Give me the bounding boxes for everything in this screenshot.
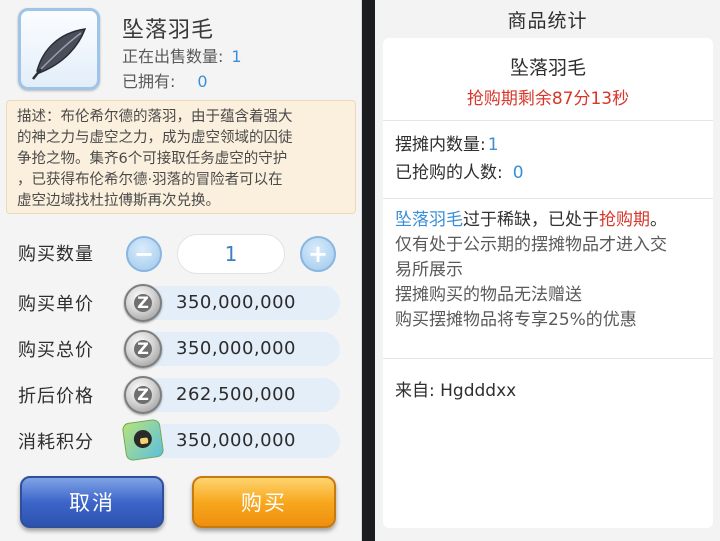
description-line: 虚空边域找杜拉傅斯再次兑换。 bbox=[17, 193, 220, 209]
quantity-decrease-button[interactable]: − bbox=[126, 236, 162, 272]
seller-name: Hgdddxx bbox=[440, 381, 517, 401]
feather-icon bbox=[32, 28, 87, 80]
item-stats-panel: 商品统计 坠落羽毛 抢购期剩余87分13秒 摆摊内数量: 1 已抢购的人数: 0 坠… bbox=[375, 0, 720, 541]
item-description: 描述：布伦希尔德的落羽，由于蕴含着强大 的神之力与虚空之力，成为虚空领域的囚徒 … bbox=[6, 100, 356, 214]
points-label: 消耗积分 bbox=[18, 432, 94, 453]
owned-value: 0 bbox=[197, 72, 208, 91]
notice-line: 易所展示 bbox=[395, 260, 463, 280]
quantity-input[interactable]: 1 bbox=[177, 234, 285, 274]
stats-title: 商品统计 bbox=[507, 10, 588, 32]
notice-headline: 坠落羽毛过于稀缺，已处于抢购期。 bbox=[395, 208, 711, 233]
unit-price-row: 购买单价 Z 350,000,000 bbox=[0, 282, 362, 322]
buyers-count: 已抢购的人数: 0 bbox=[395, 158, 524, 183]
points-value: 350,000,000 bbox=[176, 430, 297, 451]
quantity-label: 购买数量 bbox=[18, 244, 94, 265]
rush-period-notice: 坠落羽毛过于稀缺，已处于抢购期。 仅有处于公示期的摆摊物品才进入交 易所展示 摆… bbox=[395, 208, 711, 333]
stats-item-name: 坠落羽毛 bbox=[509, 57, 586, 79]
discount-price-row: 折后价格 Z 262,500,000 bbox=[0, 374, 362, 414]
total-price-value: 350,000,000 bbox=[176, 338, 297, 359]
plus-icon: + bbox=[307, 240, 329, 268]
item-thumbnail[interactable] bbox=[18, 8, 100, 90]
on-sale-label: 正在出售数量: bbox=[122, 47, 224, 66]
description-line: 描述：布伦希尔德的落羽，由于蕴含着强大 bbox=[17, 109, 293, 125]
stats-card: 坠落羽毛 抢购期剩余87分13秒 摆摊内数量: 1 已抢购的人数: 0 坠落羽毛过于… bbox=[383, 38, 713, 528]
coin-glyph: Z bbox=[137, 339, 149, 358]
item-name: 坠落羽毛 bbox=[122, 18, 215, 43]
zeny-coin-icon: Z bbox=[124, 284, 162, 322]
booth-count-label: 摆摊内数量: bbox=[395, 135, 486, 155]
buy-button[interactable]: 购买 bbox=[192, 476, 336, 528]
description-line: 的神之力与虚空之力，成为虚空领域的囚徒 bbox=[17, 130, 293, 146]
unit-price-label: 购买单价 bbox=[18, 294, 94, 315]
seller-info: 来自: Hgdddxx bbox=[395, 376, 516, 401]
divider bbox=[383, 120, 713, 121]
unit-price-value: 350,000,000 bbox=[176, 292, 297, 313]
divider bbox=[383, 198, 713, 199]
minus-icon: − bbox=[133, 240, 155, 268]
notice-line: 购买摆摊物品将专享25%的优惠 bbox=[395, 310, 637, 330]
buyers-value: 0 bbox=[512, 163, 524, 183]
booth-count: 摆摊内数量: 1 bbox=[395, 130, 499, 155]
coin-glyph: Z bbox=[137, 293, 149, 312]
discount-price-value: 262,500,000 bbox=[176, 384, 297, 405]
booth-count-value: 1 bbox=[487, 135, 499, 155]
notice-line: 仅有处于公示期的摆摊物品才进入交 bbox=[395, 235, 667, 255]
divider bbox=[383, 358, 713, 359]
zeny-coin-icon: Z bbox=[124, 330, 162, 368]
on-sale-count: 正在出售数量: 1 bbox=[122, 43, 242, 67]
item-header: 坠落羽毛 正在出售数量: 1 已拥有: 0 bbox=[0, 0, 362, 98]
buyers-label: 已抢购的人数: bbox=[395, 163, 503, 183]
points-row: 消耗积分 350,000,000 bbox=[0, 418, 362, 462]
quantity-row: 购买数量 − 1 + bbox=[0, 232, 362, 274]
cancel-button[interactable]: 取消 bbox=[20, 476, 164, 528]
points-icon bbox=[121, 418, 165, 462]
discount-price-label: 折后价格 bbox=[18, 386, 94, 407]
purchase-panel: 坠落羽毛 正在出售数量: 1 已拥有: 0 描述：布伦希尔德的落羽，由于蕴含着强大 … bbox=[0, 0, 362, 541]
notice-line: 摆摊购买的物品无法赠送 bbox=[395, 285, 582, 305]
owned-label: 已拥有: bbox=[122, 72, 176, 91]
notice-item-link[interactable]: 坠落羽毛 bbox=[395, 210, 463, 230]
owned-count: 已拥有: 0 bbox=[122, 68, 208, 92]
description-line: 争抢之物。集齐6个可接取任务虚空的守护 bbox=[17, 151, 288, 167]
notice-period: 抢购期 bbox=[599, 210, 650, 230]
total-price-row: 购买总价 Z 350,000,000 bbox=[0, 328, 362, 368]
notice-mid: 过于稀缺，已处于 bbox=[463, 210, 599, 230]
on-sale-value: 1 bbox=[231, 47, 242, 66]
quantity-increase-button[interactable]: + bbox=[300, 236, 336, 272]
total-price-label: 购买总价 bbox=[18, 340, 94, 361]
description-line: ，已获得布伦希尔德·羽落的冒险者可以在 bbox=[17, 172, 283, 188]
rush-period-countdown: 抢购期剩余87分13秒 bbox=[466, 89, 630, 109]
from-label: 来自: bbox=[395, 381, 435, 401]
coin-glyph: Z bbox=[137, 385, 149, 404]
notice-end: 。 bbox=[650, 210, 667, 230]
zeny-coin-icon: Z bbox=[124, 376, 162, 414]
